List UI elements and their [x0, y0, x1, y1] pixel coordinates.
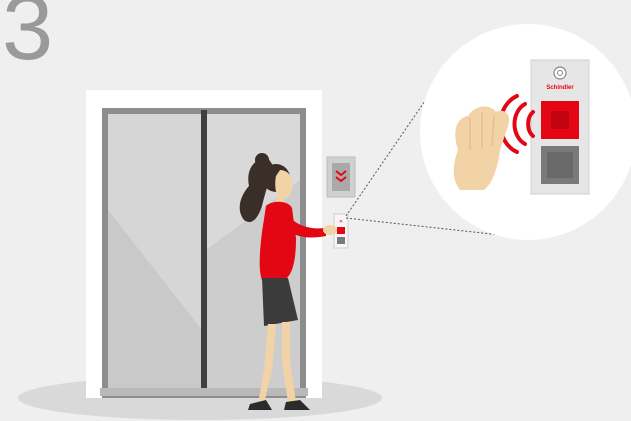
door-gap [201, 110, 207, 392]
panel-brand: Schindler [546, 85, 574, 91]
illustration-stage: ✕ Schindler 3 [0, 0, 631, 421]
elevator-sill [100, 388, 308, 396]
direction-indicator [326, 156, 356, 198]
call-panel-large: Schindler [530, 59, 590, 195]
schindler-logo-icon [553, 66, 567, 80]
zoom-circle [420, 24, 631, 240]
illustration-canvas: ✕ Schindler [18, 24, 631, 420]
step-number: 3 [2, 0, 54, 79]
svg-text:✕: ✕ [339, 219, 343, 225]
